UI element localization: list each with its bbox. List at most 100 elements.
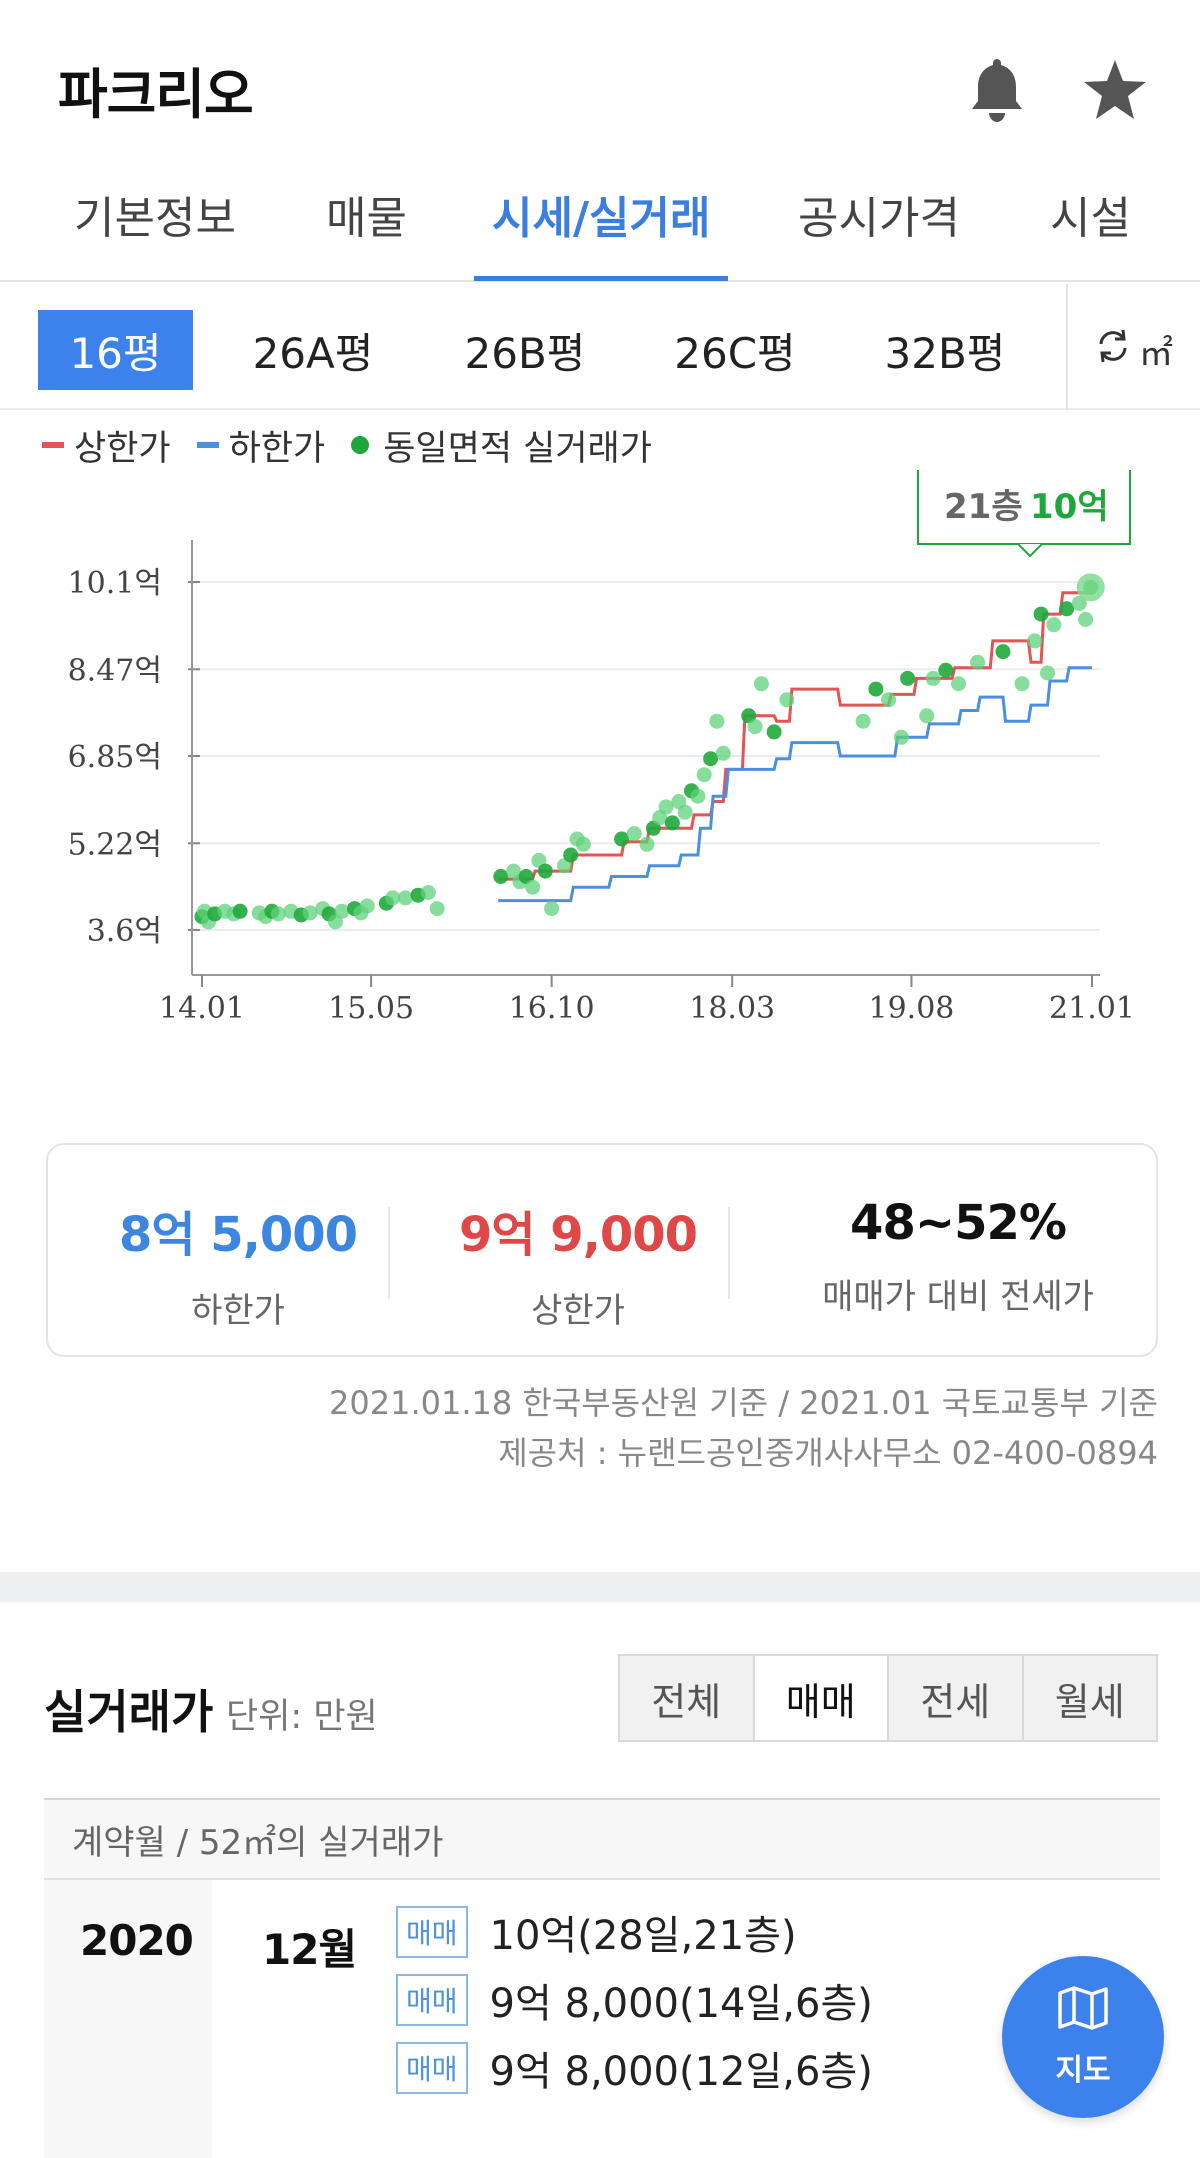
callout-price: 10억 <box>1030 487 1109 527</box>
map-icon <box>1057 1985 1109 2045</box>
data-source: 2021.01.18 한국부동산원 기준 / 2021.01 국토교통부 기준 … <box>329 1378 1158 1478</box>
legend-label: 동일면적 실거래가 <box>383 428 652 469</box>
transaction-point <box>779 692 795 708</box>
transaction-point <box>709 713 725 729</box>
legend-label: 하한가 <box>228 428 326 469</box>
source-line-1: 2021.01.18 한국부동산원 기준 / 2021.01 국토교통부 기준 <box>329 1384 1158 1422</box>
size-tab-26a[interactable]: 26A평 <box>238 310 388 390</box>
transaction-point <box>995 644 1011 660</box>
deal-text: 10억(28일,21층) <box>489 1913 797 1959</box>
transaction-point <box>753 676 769 692</box>
deal-text: 9억 8,000(14일,6층) <box>489 1981 873 2027</box>
main-tabs: 기본정보 매물 시세/실거래 공시가격 시설 <box>0 170 1200 282</box>
legend-swatch <box>42 442 64 448</box>
lower-price-line <box>498 666 1092 903</box>
transaction-point <box>1014 676 1030 692</box>
transaction-point <box>397 890 413 906</box>
tab-listings[interactable]: 매물 <box>326 180 407 272</box>
tab-price-transactions[interactable]: 시세/실거래 <box>492 180 710 272</box>
transaction-point <box>1040 665 1055 681</box>
summary-value: 9억 9,000 <box>458 1207 698 1263</box>
transaction-point <box>900 670 916 686</box>
transaction-point <box>715 745 731 761</box>
transaction-point <box>302 905 318 921</box>
transaction-point <box>881 692 897 708</box>
divider <box>728 1207 730 1299</box>
transaction-point <box>938 662 954 678</box>
section-divider <box>0 1572 1200 1602</box>
transaction-point <box>951 676 966 692</box>
transaction-point <box>893 729 909 745</box>
highlight-point <box>1076 573 1105 602</box>
price-summary-card: 8억 5,000 하한가 9억 9,000 상한가 48~52% 매매가 대비 … <box>46 1143 1158 1357</box>
filter-monthly-button[interactable]: 월세 <box>1023 1656 1156 1740</box>
summary-value: 48~52% <box>850 1195 1067 1251</box>
transaction-point <box>639 836 655 852</box>
y-tick-label: 6.85억 <box>68 740 162 775</box>
x-tick-label: 14.01 <box>159 991 245 1026</box>
transactions-unit: 단위: 만원 <box>226 1697 378 1737</box>
size-tab-26c[interactable]: 26C평 <box>660 310 810 390</box>
app-header: 파크리오 <box>0 0 1200 170</box>
size-tab-32b[interactable]: 32B평 <box>870 310 1020 390</box>
callout-floor: 21층 <box>944 487 1023 527</box>
deal-type-badge: 매매 <box>396 2042 468 2094</box>
table-month: 12월 <box>262 1925 357 1974</box>
x-tick-label: 18.03 <box>689 991 775 1026</box>
map-button[interactable]: 지도 <box>1002 1956 1164 2118</box>
filter-jeonse-button[interactable]: 전세 <box>889 1656 1024 1740</box>
unit-toggle-button[interactable]: ㎡ <box>1078 310 1188 390</box>
y-tick-label: 10.1억 <box>68 566 162 601</box>
deal-type-badge: 매매 <box>396 1974 468 2026</box>
source-line-2: 제공처 : 뉴랜드공인중개사사무소 02-400-0894 <box>498 1434 1158 1472</box>
transaction-point <box>1033 606 1049 622</box>
legend-swatch <box>196 442 219 448</box>
unit-label: ㎡ <box>1139 333 1173 374</box>
transaction-point <box>766 724 782 740</box>
tab-facilities[interactable]: 시설 <box>1050 180 1131 272</box>
summary-value: 8억 5,000 <box>118 1207 358 1263</box>
star-icon[interactable] <box>1080 50 1150 130</box>
refresh-icon <box>1093 326 1133 375</box>
bell-icon[interactable] <box>962 50 1032 130</box>
summary-label: 매매가 대비 전세가 <box>822 1277 1094 1317</box>
table-header: 계약월 / 52㎡의 실거래가 <box>44 1798 1160 1880</box>
size-selector: 16평 26A평 26B평 26C평 32B평 ㎡ <box>0 284 1200 410</box>
transaction-point <box>677 804 693 820</box>
summary-upper: 9억 9,000 상한가 <box>428 1195 728 1332</box>
transaction-point <box>919 708 935 724</box>
transaction-point <box>1046 617 1062 633</box>
table-row[interactable]: 매매 9억 8,000(12일,6층) <box>396 2038 873 2098</box>
transactions-title: 실거래가 <box>44 1685 214 1739</box>
transaction-point <box>525 879 541 895</box>
size-tab-16[interactable]: 16평 <box>38 310 193 390</box>
legend-label: 상한가 <box>74 428 171 469</box>
tab-basic-info[interactable]: 기본정보 <box>74 180 236 272</box>
price-chart: 10.1억 8.47억 6.85억 5.22억 3.6억 14.01 15.05 16.10 1… <box>0 467 1200 1040</box>
filter-all-button[interactable]: 전체 <box>620 1656 755 1740</box>
x-tick-label: 16.10 <box>509 991 595 1026</box>
tab-official-price[interactable]: 공시가격 <box>798 180 960 272</box>
transaction-point <box>429 901 445 917</box>
transaction-point <box>420 885 436 900</box>
x-tick-label: 21.01 <box>1049 991 1135 1026</box>
transaction-point <box>925 670 941 686</box>
transaction-point <box>563 847 579 863</box>
y-tick-label: 8.47억 <box>68 653 162 688</box>
table-year: 2020 <box>80 1916 194 1965</box>
size-tab-26b[interactable]: 26B평 <box>450 310 600 390</box>
table-row[interactable]: 매매 9억 8,000(14일,6층) <box>396 1970 873 2030</box>
x-tick-label: 15.05 <box>328 991 414 1026</box>
map-button-label: 지도 <box>1055 2053 1111 2088</box>
table-row[interactable]: 매매 10억(28일,21층) <box>396 1902 797 1962</box>
filter-sale-button[interactable]: 매매 <box>754 1656 889 1740</box>
transaction-point <box>664 815 680 831</box>
summary-jeonse-ratio: 48~52% 매매가 대비 전세가 <box>778 1195 1138 1318</box>
page-title: 파크리오 <box>58 63 254 126</box>
chart-legend: 상한가 하한가 동일면적 실거래가 <box>42 420 678 470</box>
legend-upper: 상한가 <box>42 420 171 471</box>
summary-lower: 8억 5,000 하한가 <box>88 1195 388 1332</box>
x-tick-label: 19.08 <box>869 991 955 1026</box>
deal-type-filter: 전체 매매 전세 월세 <box>618 1654 1158 1742</box>
transaction-point <box>1078 612 1094 627</box>
